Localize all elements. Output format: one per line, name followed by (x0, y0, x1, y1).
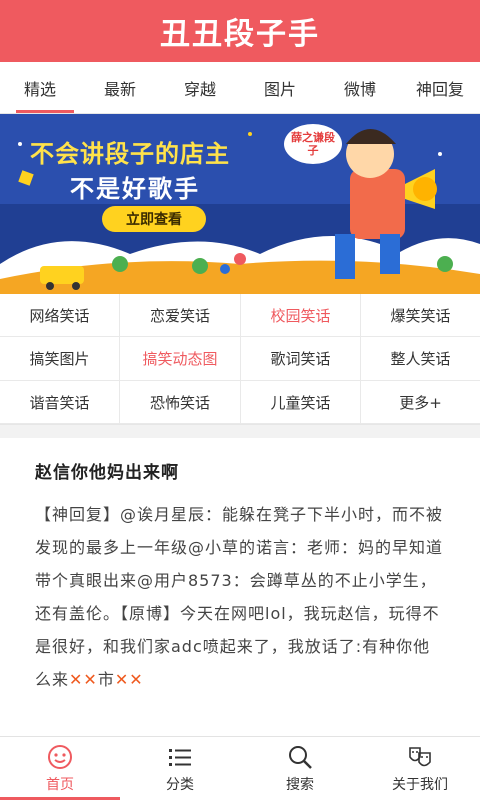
category-xieyin[interactable]: 谐音笑话 (0, 381, 120, 424)
category-grid: 网络笑话 恋爱笑话 校园笑话 爆笑笑话 搞笑图片 搞笑动态图 歌词笑话 整人笑话… (0, 294, 480, 424)
section-divider (0, 424, 480, 438)
nav-search[interactable]: 搜索 (240, 737, 360, 800)
banner-subheadline: 不是好歌手 (70, 175, 200, 203)
bottom-navigation: 首页 分类 搜索 关于我们 (0, 736, 480, 800)
category-gaoxiao-dongtaitu[interactable]: 搞笑动态图 (120, 337, 241, 381)
speech-bubble: 薛之谦段子 (284, 124, 342, 164)
search-icon (287, 744, 313, 770)
nav-about-label: 关于我们 (392, 776, 448, 793)
app-title: 丑丑段子手 (160, 17, 320, 52)
tab-zuixin[interactable]: 最新 (80, 62, 160, 113)
category-gaoxiao-tupian[interactable]: 搞笑图片 (0, 337, 120, 381)
category-baoxiao[interactable]: 爆笑笑话 (361, 294, 480, 337)
top-tab-bar: 精选 最新 穿越 图片 微博 神回复 (0, 62, 480, 114)
masks-icon (407, 744, 433, 770)
category-ertong[interactable]: 儿童笑话 (241, 381, 361, 424)
tab-weibo[interactable]: 微博 (320, 62, 400, 113)
promo-banner[interactable]: 不会讲段子的店主 不是好歌手 立即查看 薛之谦段子 (0, 114, 480, 294)
tab-shenhuifu[interactable]: 神回复 (400, 62, 480, 113)
view-now-button[interactable]: 立即查看 (102, 206, 206, 232)
list-icon (167, 744, 193, 770)
nav-search-label: 搜索 (286, 776, 314, 793)
category-wangluo[interactable]: 网络笑话 (0, 294, 120, 337)
category-kongbu[interactable]: 恐怖笑话 (120, 381, 241, 424)
article-title: 赵信你他妈出来啊 (35, 463, 179, 483)
nav-home-label: 首页 (46, 776, 74, 793)
article-text: 【神回复】@诶月星辰：能躲在凳子下半小时，而不被发现的最多上一年级@小草的诺言：… (35, 505, 444, 689)
nav-home[interactable]: 首页 (0, 737, 120, 800)
banner-headline: 不会讲段子的店主 (30, 140, 230, 168)
nav-category-label: 分类 (166, 776, 194, 793)
category-more[interactable]: 更多+ (361, 381, 480, 424)
tab-chuanyue[interactable]: 穿越 (160, 62, 240, 113)
nav-about[interactable]: 关于我们 (360, 737, 480, 800)
censor-mark: ✕✕ (69, 670, 98, 689)
tab-tupian[interactable]: 图片 (240, 62, 320, 113)
tab-jingxuan[interactable]: 精选 (0, 62, 80, 113)
article-text-mid: 市 (97, 670, 115, 689)
joke-article[interactable]: 赵信你他妈出来啊 【神回复】@诶月星辰：能躲在凳子下半小时，而不被发现的最多上一… (0, 438, 480, 736)
home-face-icon (47, 744, 73, 770)
app-header: 丑丑段子手 (0, 0, 480, 62)
censor-mark-2: ✕✕ (114, 670, 144, 689)
category-xiaoyuan[interactable]: 校园笑话 (241, 294, 361, 337)
nav-category[interactable]: 分类 (120, 737, 240, 800)
category-geci[interactable]: 歌词笑话 (241, 337, 361, 381)
article-body: 【神回复】@诶月星辰：能躲在凳子下半小时，而不被发现的最多上一年级@小草的诺言：… (35, 498, 445, 696)
category-zhengren[interactable]: 整人笑话 (361, 337, 480, 381)
category-lianai[interactable]: 恋爱笑话 (120, 294, 241, 337)
